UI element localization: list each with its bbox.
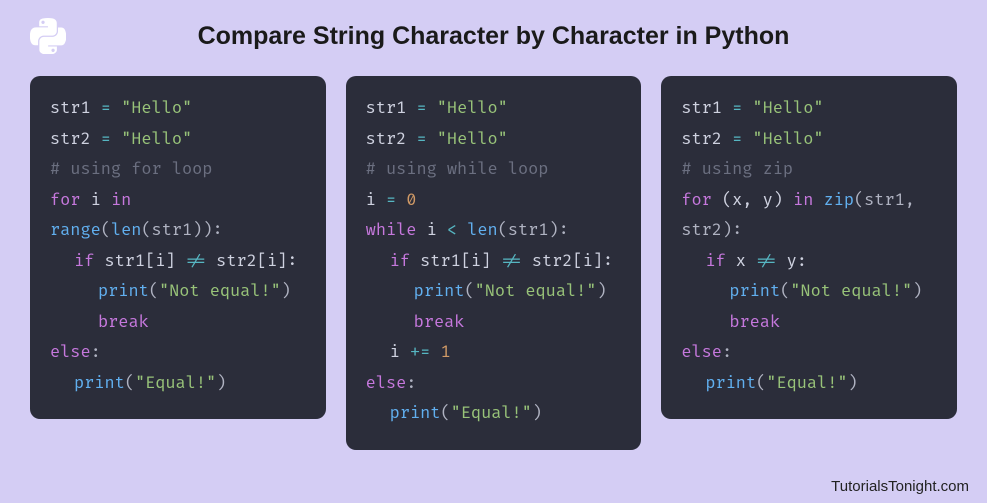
code-block-while-loop: str1 = "Hello" str2 = "Hello" # using wh… xyxy=(346,76,642,450)
code-block-for-loop: str1 = "Hello" str2 = "Hello" # using fo… xyxy=(30,76,326,419)
footer-credit: TutorialsTonight.com xyxy=(831,478,969,495)
code-block-zip: str1 = "Hello" str2 = "Hello" # using zi… xyxy=(661,76,957,419)
page-title: Compare String Character by Character in… xyxy=(30,22,957,51)
header: Compare String Character by Character in… xyxy=(0,0,987,66)
code-panels: str1 = "Hello" str2 = "Hello" # using fo… xyxy=(0,66,987,450)
